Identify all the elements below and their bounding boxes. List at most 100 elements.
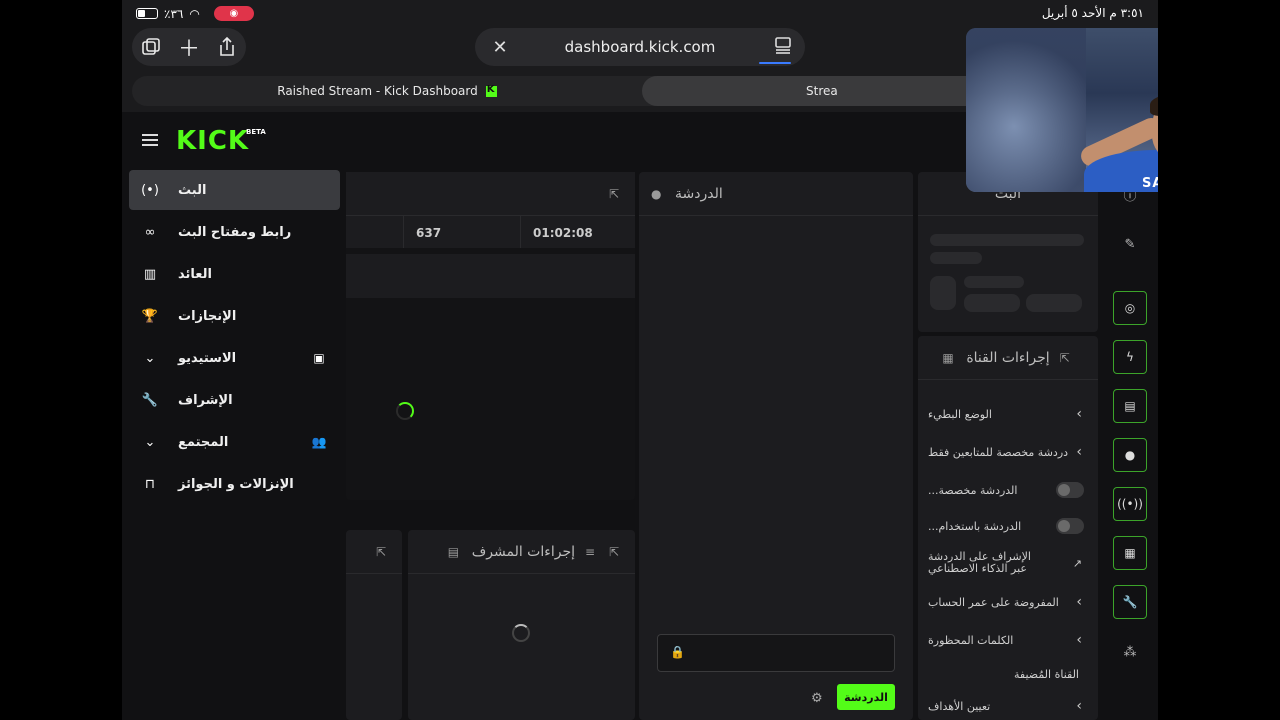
kick-favicon-icon bbox=[485, 84, 497, 97]
chat-input[interactable]: 🔒 bbox=[657, 634, 895, 672]
reader-icon[interactable] bbox=[771, 34, 795, 58]
url-text[interactable]: dashboard.kick.com bbox=[475, 38, 805, 56]
chevron-down-icon: ⌄ bbox=[144, 434, 156, 450]
chevron-right-icon: › bbox=[1076, 594, 1082, 610]
external-link-icon: ↗ bbox=[1072, 556, 1082, 570]
edit-icon[interactable]: ✎ bbox=[1120, 234, 1140, 254]
tab-label: Raished Stream - Kick Dashboard bbox=[277, 84, 478, 98]
sidebar-item-achievements[interactable]: 🏆 الإنجازات bbox=[129, 296, 340, 336]
partial-panel: ⇱ bbox=[346, 530, 402, 720]
send-chat-button[interactable]: الدردشة bbox=[837, 684, 895, 710]
skeleton-block bbox=[930, 276, 956, 310]
tabs-overview-icon[interactable] bbox=[136, 32, 166, 62]
sidebar-item-community[interactable]: ⌄ المجتمع 👥 bbox=[129, 422, 340, 462]
link-icon: ∞ bbox=[144, 224, 156, 240]
document-icon[interactable]: ▤ bbox=[1113, 389, 1147, 423]
picture-in-picture-video[interactable]: SAVVY bbox=[966, 28, 1158, 192]
stream-preview-toggle-icon[interactable]: ◎ bbox=[1113, 291, 1147, 325]
stream-preview-panel: ⇱ 637 01:02:08 bbox=[346, 172, 635, 500]
expand-icon[interactable]: ⇱ bbox=[609, 187, 623, 201]
panel-header: ● الدردشة bbox=[639, 172, 913, 216]
sidebar-item-stream[interactable]: (•) البث bbox=[129, 170, 340, 210]
account-age-row[interactable]: المفروضة على عمر الحساب › bbox=[928, 588, 1086, 616]
wrench-icon[interactable]: 🔧 bbox=[1113, 585, 1147, 619]
toolbar-button-group: ＋ bbox=[132, 28, 246, 66]
settings-icon[interactable]: ⚙ bbox=[811, 691, 823, 706]
pip-figure bbox=[1150, 94, 1158, 116]
channel-actions-panel: ▦ إجراءات القناة ⇱ الوضع البطيء › دردشة … bbox=[918, 336, 1098, 720]
chevron-right-icon: › bbox=[1076, 632, 1082, 648]
status-bar: ٪٣٦ ◠ ◉ ٣:٥١ م الأحد ٥ أبريل bbox=[122, 0, 1158, 28]
skeleton-line bbox=[930, 234, 1084, 246]
menu-icon[interactable] bbox=[142, 134, 158, 146]
share-icon[interactable] bbox=[212, 32, 242, 62]
ai-moderation-row[interactable]: الإشراف على الدردشة عبر الذكاء الاصطناعي… bbox=[928, 546, 1086, 580]
expand-icon[interactable]: ⇱ bbox=[609, 545, 623, 559]
kick-logo[interactable]: KICK bbox=[176, 126, 249, 156]
expand-icon[interactable]: ⇱ bbox=[376, 545, 390, 559]
new-tab-icon[interactable]: ＋ bbox=[174, 32, 204, 62]
expand-icon[interactable]: ⇱ bbox=[1060, 351, 1074, 365]
tab-kick-dashboard[interactable]: Raished Stream - Kick Dashboard bbox=[132, 76, 642, 106]
skeleton-line bbox=[964, 276, 1024, 288]
wrench-icon: 🔧 bbox=[141, 392, 159, 408]
lock-icon: 🔒 bbox=[670, 645, 685, 659]
banned-words-row[interactable]: الكلمات المحظورة › bbox=[928, 626, 1086, 654]
document-icon: ▤ bbox=[447, 544, 460, 559]
stream-stats: 637 01:02:08 bbox=[346, 216, 635, 248]
viewer-count: 637 bbox=[404, 216, 521, 248]
mod-actions-title: إجراءات المشرف bbox=[471, 543, 575, 560]
chat-restricted-row: الدردشة مخصصة... bbox=[928, 476, 1086, 504]
broadcast-icon[interactable]: ((•)) bbox=[1113, 487, 1147, 521]
sidebar-item-studio[interactable]: ⌄ الاستيديو ▣ bbox=[129, 338, 340, 378]
chevron-right-icon: › bbox=[1076, 698, 1082, 714]
sidebar-item-moderation[interactable]: 🔧 الإشراف bbox=[129, 380, 340, 420]
sidebar-item-stream-key[interactable]: ∞ رابط ومفتاح البث bbox=[129, 212, 340, 252]
apps-icon[interactable]: ⁂ bbox=[1120, 642, 1140, 662]
broadcast-icon: (•) bbox=[141, 182, 159, 198]
beta-badge: BETA bbox=[246, 128, 266, 136]
sidebar-item-revenue[interactable]: ▥ العائد bbox=[129, 254, 340, 294]
layout-icon: ▦ bbox=[942, 350, 954, 365]
panel-header: ⇱ bbox=[346, 172, 635, 216]
address-bar[interactable]: ✕ dashboard.kick.com bbox=[475, 28, 805, 66]
channel-actions-title: إجراءات القناة bbox=[966, 349, 1050, 366]
page-load-progress bbox=[759, 62, 791, 64]
layout-icon[interactable]: ▦ bbox=[1113, 536, 1147, 570]
mod-actions-panel: ▤ إجراءات المشرف ≡ ⇱ bbox=[408, 530, 635, 720]
studio-icon: ▣ bbox=[313, 351, 325, 365]
stream-duration: 01:02:08 bbox=[533, 226, 593, 240]
chevron-right-icon: › bbox=[1076, 406, 1082, 422]
screen-record-indicator[interactable]: ◉ bbox=[213, 6, 254, 21]
sidebar-menu: (•) البث ∞ رابط ومفتاح البث ▥ العائد 🏆 ا… bbox=[122, 170, 346, 720]
trophy-icon: 🏆 bbox=[141, 308, 159, 324]
wifi-icon: ◠ bbox=[189, 6, 200, 21]
close-icon[interactable]: ✕ bbox=[485, 32, 515, 62]
chevron-right-icon: › bbox=[1076, 444, 1082, 460]
time-date: ٣:٥١ م الأحد ٥ أبريل bbox=[1041, 6, 1144, 20]
gift-icon: ⊓ bbox=[144, 476, 156, 492]
skeleton-pill bbox=[1026, 294, 1082, 312]
stream-info-panel: البث bbox=[918, 172, 1098, 332]
set-goals-row[interactable]: تعيين الأهداف › bbox=[928, 692, 1086, 720]
loading-spinner bbox=[512, 624, 530, 642]
chat-icon[interactable]: ● bbox=[1113, 438, 1147, 472]
stream-title-bar bbox=[346, 254, 635, 298]
tab-label: Strea bbox=[806, 84, 838, 98]
panel-header: ▤ إجراءات المشرف ≡ ⇱ bbox=[408, 530, 635, 574]
chat-bubble-icon: ● bbox=[651, 186, 662, 201]
pip-background bbox=[966, 28, 1086, 192]
chat-using-toggle[interactable] bbox=[1056, 518, 1084, 534]
loading-spinner bbox=[396, 402, 414, 420]
lightning-icon[interactable]: ϟ bbox=[1113, 340, 1147, 374]
chevron-down-icon: ⌄ bbox=[144, 350, 156, 366]
pip-sponsor-text: SAVVY bbox=[1142, 176, 1158, 191]
followers-only-row[interactable]: دردشة مخصصة للمتابعين فقط › bbox=[928, 438, 1086, 466]
sidebar-item-drops[interactable]: ⊓ الإنزالات و الجوائز bbox=[129, 464, 340, 504]
filter-icon[interactable]: ≡ bbox=[585, 545, 599, 559]
chat-using-row: الدردشة باستخدام... bbox=[928, 512, 1086, 540]
slow-mode-row[interactable]: الوضع البطيء › bbox=[928, 400, 1086, 428]
battery-icon bbox=[136, 8, 158, 19]
chat-panel: ● الدردشة 🔒 ⚙ الدردشة bbox=[639, 172, 913, 720]
chat-restricted-toggle[interactable] bbox=[1056, 482, 1084, 498]
